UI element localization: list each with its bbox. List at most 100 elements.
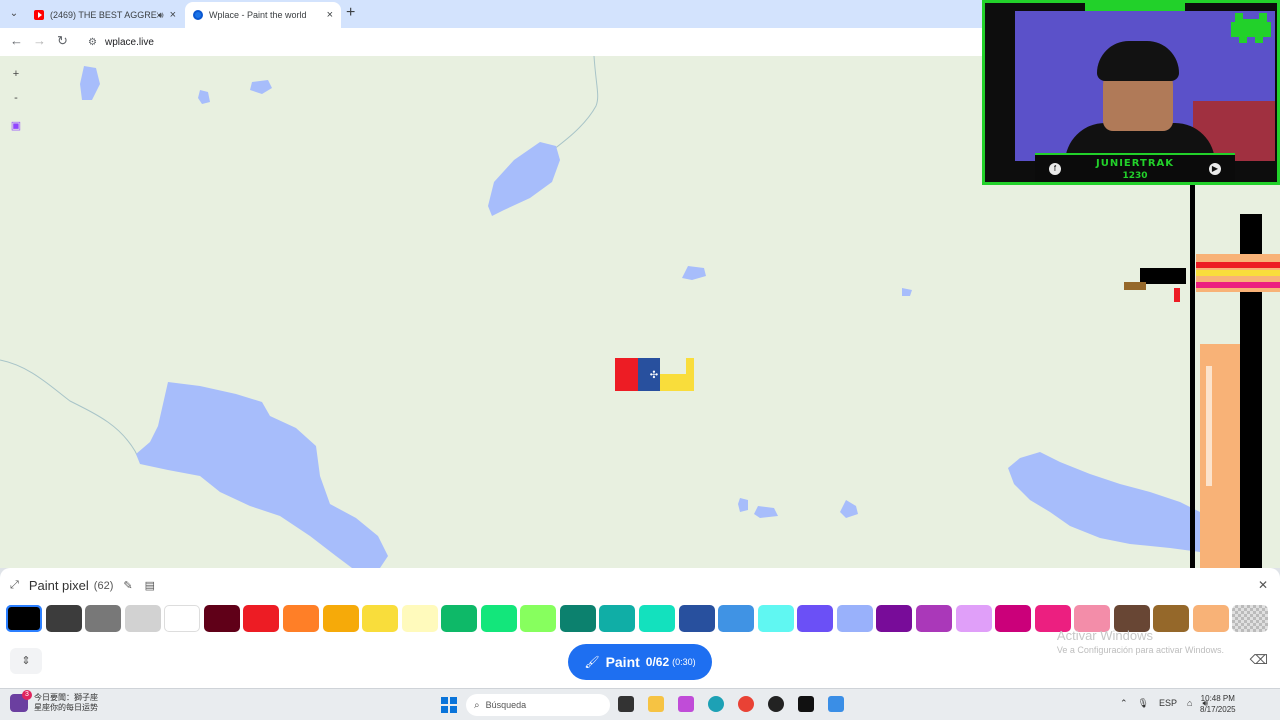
palette-swatch[interactable] xyxy=(282,605,319,632)
palette-swatch[interactable] xyxy=(322,605,359,632)
brush-icon: 🖌︎ xyxy=(584,655,600,669)
watermark-line-1: Activar Windows xyxy=(1056,628,1153,643)
url-text: wplace.live xyxy=(104,36,154,48)
channel-number: 1230 xyxy=(1122,171,1148,181)
windows-taskbar: 3 今日要聞：獅子座 星座你的每日运势 ⌕ Búsqueda ⌃ 🎙︎ ESP … xyxy=(0,688,1280,720)
pencil-icon[interactable]: ✎ xyxy=(123,579,132,592)
palette-swatch[interactable] xyxy=(520,605,557,632)
globe-icon xyxy=(193,10,203,20)
lake xyxy=(198,90,210,104)
river-line xyxy=(544,56,599,157)
tab-close-button[interactable]: × xyxy=(170,9,176,21)
tab-search-icon[interactable]: ⌄ xyxy=(6,6,22,22)
windows-activation-watermark: Activar Windows Ve a Configuración para … xyxy=(1057,628,1224,655)
forward-icon[interactable]: → xyxy=(33,33,46,48)
lake xyxy=(840,500,858,518)
chevron-up-icon[interactable]: ⌃ xyxy=(1120,698,1128,709)
palette-swatch[interactable] xyxy=(45,605,82,632)
notification-badge: 3 xyxy=(22,690,32,700)
art-yellow-stripe xyxy=(1196,270,1280,276)
cursor-crosshair-icon: ✣ xyxy=(650,370,658,381)
site-info-icon[interactable]: ⚙ xyxy=(88,37,97,48)
reload-icon[interactable]: ↻ xyxy=(57,33,68,49)
microphone-icon[interactable]: 🎙︎ xyxy=(1138,698,1149,709)
lake xyxy=(1008,452,1200,552)
clock[interactable]: 10:48 PM 8/17/2025 xyxy=(1200,693,1236,715)
expand-icon[interactable]: ⤢ xyxy=(10,579,19,592)
webcam-person-hair xyxy=(1097,41,1179,81)
palette-swatch[interactable] xyxy=(876,605,913,632)
twitch-icon[interactable]: ▣ xyxy=(8,118,24,134)
zoom-out-button[interactable]: - xyxy=(8,90,24,106)
channel-name: JUNIERTRAK xyxy=(1095,158,1175,169)
app-icon[interactable] xyxy=(828,696,844,712)
webcam-name-banner: f ▶ JUNIERTRAK 1230 xyxy=(1035,153,1235,182)
palette-swatch[interactable] xyxy=(915,605,952,632)
tab-title: (2469) THE BEST AGGRESSIV xyxy=(50,10,158,20)
chrome-icon[interactable] xyxy=(738,696,754,712)
yellow-pixel-block xyxy=(660,358,694,391)
zoom-in-button[interactable]: + xyxy=(8,66,24,82)
palette-swatch[interactable] xyxy=(124,605,161,632)
task-view-icon[interactable] xyxy=(618,696,634,712)
windows-start-icon[interactable] xyxy=(441,697,457,713)
back-icon[interactable]: ← xyxy=(10,33,23,48)
paint-button-label: Paint xyxy=(605,654,640,670)
tab-youtube[interactable]: (2469) THE BEST AGGRESSIV 🔊︎ × xyxy=(26,2,184,28)
palette-swatch[interactable] xyxy=(362,605,399,632)
palette-swatch[interactable] xyxy=(480,605,517,632)
palette-swatch[interactable] xyxy=(401,605,438,632)
palette-swatch[interactable] xyxy=(836,605,873,632)
palette-swatch[interactable] xyxy=(203,605,240,632)
paint-charges: 0/62 xyxy=(645,655,670,669)
lake xyxy=(682,266,706,280)
palette-swatch[interactable] xyxy=(639,605,675,632)
palette-swatch[interactable] xyxy=(757,605,794,632)
tab-close-button[interactable]: × xyxy=(327,9,333,21)
palette-swatch[interactable] xyxy=(678,605,715,632)
palette-swatch[interactable] xyxy=(85,605,122,632)
clock-time: 10:48 PM xyxy=(1200,694,1235,703)
image-icon[interactable]: ▤ xyxy=(145,579,155,592)
copilot-icon[interactable] xyxy=(678,696,694,712)
palette-swatch[interactable] xyxy=(995,605,1032,632)
system-tray: ⌃ 🎙︎ ESP ⌂ 🔊︎ xyxy=(1120,698,1208,709)
new-tab-button[interactable]: + xyxy=(346,4,355,22)
tab-title: Wplace - Paint the world xyxy=(209,10,307,20)
palette-swatch[interactable] xyxy=(599,605,636,632)
taskbar-search[interactable]: ⌕ Búsqueda xyxy=(466,694,610,716)
tab-wplace[interactable]: Wplace - Paint the world × xyxy=(185,2,341,28)
taskbar-apps xyxy=(618,696,844,712)
paint-panel: ⤢ Paint pixel (62) ✎ ▤ ✕ ⇕ 🖌︎ Paint 0/62… xyxy=(0,568,1280,688)
lake xyxy=(488,142,560,216)
palette-swatch[interactable] xyxy=(718,605,755,632)
speaker-icon[interactable]: 🔊︎ xyxy=(158,10,164,21)
eraser-icon[interactable]: ⌫ xyxy=(1250,652,1268,668)
network-icon[interactable]: ⌂ xyxy=(1187,698,1192,709)
obs-icon[interactable] xyxy=(768,696,784,712)
paint-button[interactable]: 🖌︎ Paint 0/62 (0:30) xyxy=(568,644,712,680)
palette-swatch[interactable] xyxy=(1232,605,1269,632)
palette-swatch[interactable] xyxy=(955,605,992,632)
edge-icon[interactable] xyxy=(708,696,724,712)
tiktok-icon[interactable] xyxy=(798,696,814,712)
palette-swatch[interactable] xyxy=(797,605,834,632)
palette-swatch[interactable] xyxy=(6,605,42,632)
language-indicator[interactable]: ESP xyxy=(1159,698,1177,709)
lake xyxy=(902,288,912,296)
lake xyxy=(738,498,748,512)
file-explorer-icon[interactable] xyxy=(648,696,664,712)
palette-swatch[interactable] xyxy=(559,605,596,632)
close-panel-button[interactable]: ✕ xyxy=(1258,578,1268,592)
address-bar[interactable]: ⚙ wplace.live xyxy=(80,31,980,53)
river-line xyxy=(0,359,141,462)
widgets-icon: 3 xyxy=(10,690,32,712)
news-widget[interactable]: 3 今日要聞：獅子座 星座你的每日运势 xyxy=(10,690,98,713)
palette-swatch[interactable] xyxy=(243,605,280,632)
art-highlight xyxy=(1206,366,1212,486)
palette-swatch[interactable] xyxy=(164,605,201,632)
webcam-overlay: f ▶ JUNIERTRAK 1230 xyxy=(982,0,1280,185)
palette-swatch[interactable] xyxy=(441,605,478,632)
news-line-1: 今日要聞：獅子座 xyxy=(34,693,98,702)
collapse-toggle-button[interactable]: ⇕ xyxy=(10,648,42,674)
